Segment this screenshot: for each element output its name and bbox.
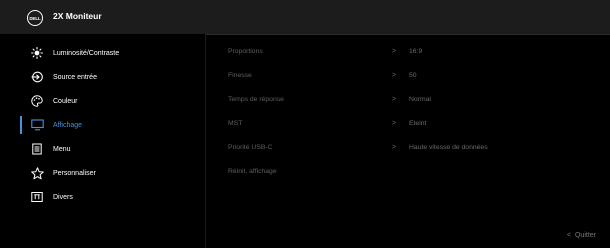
dell-logo: DELL bbox=[27, 10, 43, 26]
chevron-right-icon: > bbox=[392, 144, 397, 151]
sun-icon bbox=[30, 46, 44, 60]
menu-item-label: Source entrée bbox=[53, 73, 97, 81]
menu-item-label: Personnaliser bbox=[53, 169, 96, 177]
quit-label: Quitter bbox=[574, 232, 596, 239]
submenu-item-value: Haute vitesse de données bbox=[409, 144, 488, 151]
menu-item-label: Menu bbox=[53, 145, 71, 153]
chevron-right-icon: > bbox=[392, 72, 397, 79]
palette-icon bbox=[30, 94, 44, 108]
submenu-item-label: Proportions bbox=[228, 48, 263, 55]
chevron-left-icon: < bbox=[566, 232, 571, 239]
active-indicator bbox=[20, 116, 22, 134]
menu-item-label: Luminosité/Contraste bbox=[53, 49, 120, 57]
submenu-item-reset-display[interactable]: Réinit. affichage bbox=[206, 164, 610, 182]
menu-icon bbox=[30, 142, 44, 156]
submenu-item-label: MST bbox=[228, 120, 243, 127]
submenu-item-usbc-priority[interactable]: Priorité USB-C > Haute vitesse de donnée… bbox=[206, 140, 610, 158]
quit-button[interactable]: < Quitter bbox=[567, 232, 596, 239]
submenu-item-label: Finesse bbox=[228, 72, 252, 79]
menu-item-label: Affichage bbox=[53, 121, 83, 129]
input-source-icon bbox=[30, 70, 44, 84]
title-bar: DELL 2X Moniteur bbox=[0, 0, 610, 35]
submenu-item-label: Temps de réponse bbox=[228, 96, 284, 103]
info-icon bbox=[30, 190, 44, 204]
menu-item-menu[interactable]: Menu bbox=[0, 140, 205, 158]
submenu-item-mst[interactable]: MST > Eteint bbox=[206, 116, 610, 134]
menu-item-label: Couleur bbox=[53, 97, 78, 105]
menu-item-others[interactable]: Divers bbox=[0, 188, 205, 206]
osd-window: DELL 2X Moniteur Luminosité/Contraste So… bbox=[0, 0, 610, 248]
menu-item-input-source[interactable]: Source entrée bbox=[0, 68, 205, 86]
submenu-item-value: 50 bbox=[409, 72, 417, 79]
display-submenu: Proportions > 16:9 Finesse > 50 Temps de… bbox=[206, 34, 610, 248]
submenu-item-label: Priorité USB-C bbox=[228, 144, 273, 151]
menu-item-label: Divers bbox=[53, 193, 73, 201]
chevron-right-icon: > bbox=[392, 96, 397, 103]
menu-item-display[interactable]: Affichage bbox=[0, 116, 205, 134]
star-icon bbox=[30, 166, 44, 180]
submenu-item-value: Eteint bbox=[409, 120, 427, 127]
display-icon bbox=[30, 118, 44, 132]
submenu-item-label: Réinit. affichage bbox=[228, 168, 277, 175]
submenu-item-value: 16:9 bbox=[409, 48, 423, 55]
menu-item-personalize[interactable]: Personnaliser bbox=[0, 164, 205, 182]
submenu-item-sharpness[interactable]: Finesse > 50 bbox=[206, 68, 610, 86]
chevron-right-icon: > bbox=[392, 120, 397, 127]
chevron-right-icon: > bbox=[392, 48, 397, 55]
main-menu: Luminosité/Contraste Source entrée Coule… bbox=[0, 34, 205, 248]
submenu-item-response-time[interactable]: Temps de réponse > Normal bbox=[206, 92, 610, 110]
menu-item-brightness-contrast[interactable]: Luminosité/Contraste bbox=[0, 44, 205, 62]
submenu-item-value: Normal bbox=[409, 96, 431, 103]
menu-item-color[interactable]: Couleur bbox=[0, 92, 205, 110]
submenu-item-aspect-ratio[interactable]: Proportions > 16:9 bbox=[206, 44, 610, 62]
monitor-title: 2X Moniteur bbox=[53, 11, 102, 21]
